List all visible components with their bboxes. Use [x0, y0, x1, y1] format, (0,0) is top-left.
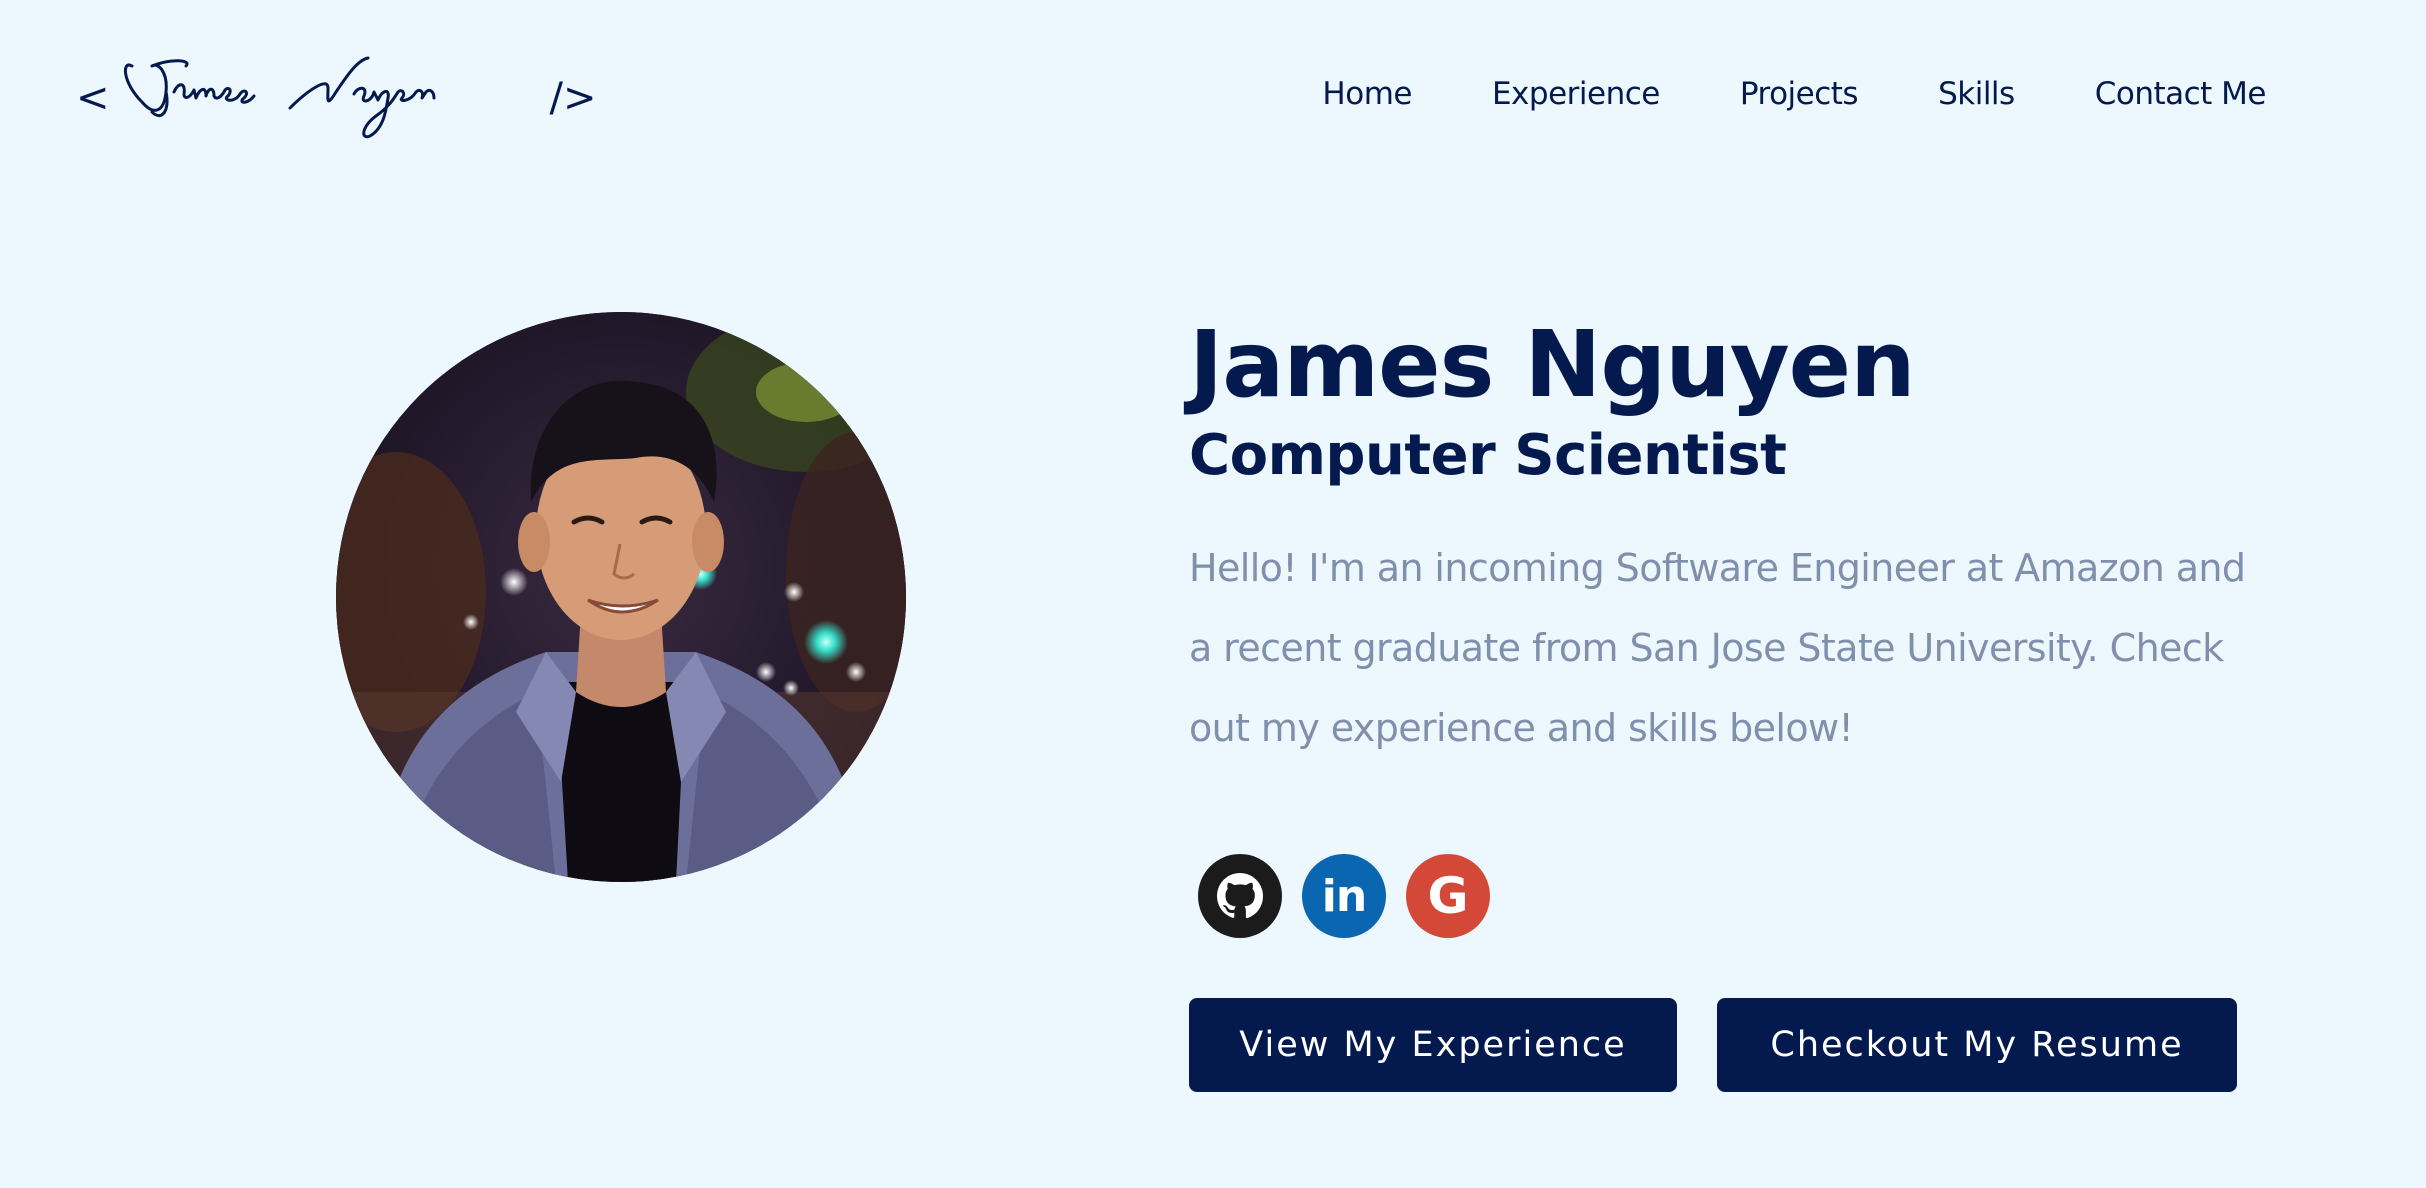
hero-name: James Nguyen	[1189, 311, 1916, 418]
linkedin-icon: in	[1321, 870, 1367, 922]
hero-actions: View My Experience Checkout My Resume	[1189, 998, 2237, 1092]
hero-bio: Hello! I'm an incoming Software Engineer…	[1189, 546, 2246, 750]
nav-experience[interactable]: Experience	[1492, 70, 1660, 118]
logo-open-bracket: <	[76, 75, 110, 121]
view-experience-button[interactable]: View My Experience	[1189, 998, 1677, 1092]
hero-title: Computer Scientist	[1189, 423, 1787, 488]
logo-close-bracket: />	[549, 75, 597, 121]
social-links: in G	[1198, 854, 1490, 938]
profile-photo	[336, 312, 906, 882]
google-icon: G	[1427, 867, 1469, 925]
main-nav: Home Experience Projects Skills Contact …	[1242, 70, 2266, 118]
nav-projects[interactable]: Projects	[1740, 70, 1859, 118]
github-icon	[1217, 873, 1264, 919]
signature-logo	[123, 56, 436, 139]
github-link[interactable]	[1198, 854, 1282, 938]
nav-home[interactable]: Home	[1322, 70, 1412, 118]
google-link[interactable]: G	[1406, 854, 1490, 938]
site-logo[interactable]: < />	[76, 52, 597, 144]
nav-contact[interactable]: Contact Me	[2095, 70, 2267, 118]
linkedin-link[interactable]: in	[1302, 854, 1386, 938]
checkout-resume-button[interactable]: Checkout My Resume	[1717, 998, 2237, 1092]
nav-skills[interactable]: Skills	[1938, 70, 2015, 118]
hero-section: James Nguyen Computer Scientist Hello! I…	[1189, 310, 2269, 768]
